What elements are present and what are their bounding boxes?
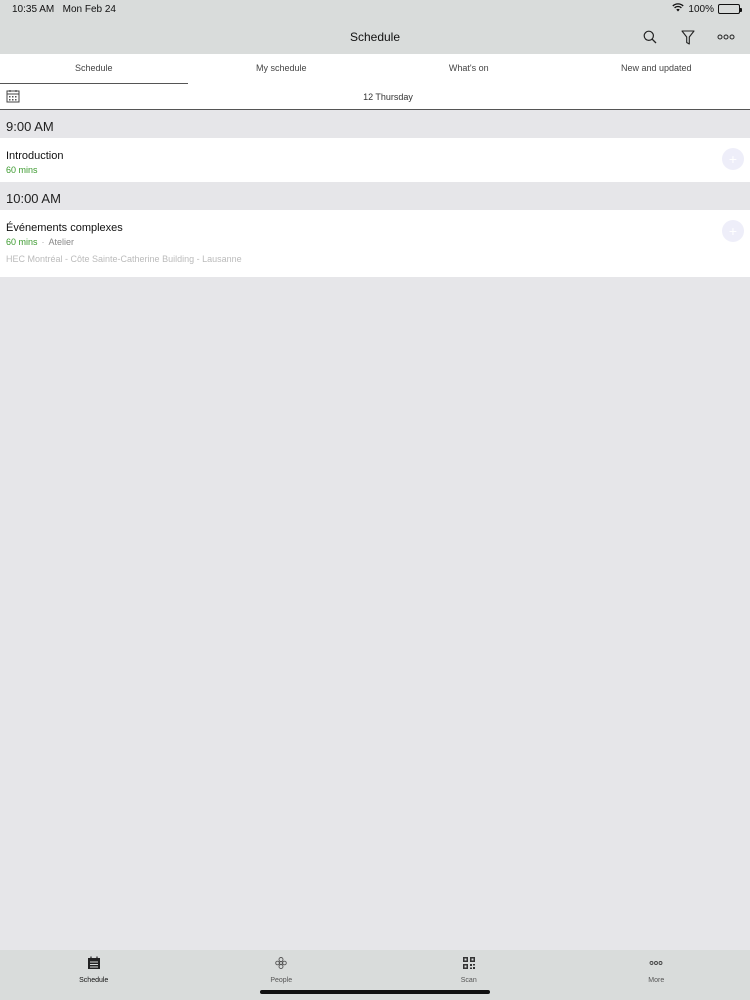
- bottom-tab-label: More: [648, 977, 665, 984]
- session-duration: 60 mins: [6, 237, 38, 247]
- tab-schedule[interactable]: Schedule: [0, 54, 188, 84]
- session-duration: 60 mins: [6, 165, 38, 175]
- page-title: Schedule: [349, 30, 401, 44]
- bottom-tab-label: Scan: [460, 977, 477, 984]
- home-indicator[interactable]: [260, 990, 490, 994]
- battery-percent: 100%: [688, 3, 714, 15]
- tab-whats-on[interactable]: What's on: [375, 54, 563, 84]
- battery-icon: [718, 4, 742, 14]
- more-icon[interactable]: [716, 27, 736, 47]
- qr-code-icon: [462, 956, 476, 975]
- tab-my-schedule[interactable]: My schedule: [188, 54, 376, 84]
- more-icon: [649, 956, 663, 975]
- time-header: 10:00 AM: [0, 184, 750, 211]
- wifi-icon: [672, 3, 685, 15]
- date-label[interactable]: 12 Thursday: [0, 92, 750, 102]
- schedule-icon: [87, 956, 101, 975]
- bottom-tab-label: People: [270, 977, 293, 984]
- people-icon: [274, 956, 288, 975]
- bottom-tab-more[interactable]: More: [563, 950, 750, 1000]
- status-time: 10:35 AM Mon Feb 24: [12, 4, 116, 15]
- session-type: Atelier: [48, 237, 75, 247]
- navigation-bar: Schedule: [0, 18, 750, 54]
- session-location: HEC Montréal - Côte Sainte-Catherine Bui…: [6, 254, 242, 264]
- session-title: Introduction: [6, 150, 64, 162]
- search-icon[interactable]: [640, 27, 660, 47]
- bottom-tab-schedule[interactable]: Schedule: [0, 950, 188, 1000]
- tab-new-and-updated[interactable]: New and updated: [563, 54, 750, 84]
- time-header: 9:00 AM: [0, 112, 750, 139]
- date-bar: 12 Thursday: [0, 84, 750, 110]
- add-to-schedule-button[interactable]: +: [722, 148, 744, 170]
- filter-icon[interactable]: [678, 27, 698, 47]
- session-item[interactable]: Événements complexes 60 mins · Atelier HEC…: [0, 210, 750, 277]
- schedule-tabs: Schedule My schedule What's on New and u…: [0, 54, 750, 84]
- session-item[interactable]: Introduction 60 mins +: [0, 138, 750, 182]
- add-to-schedule-button[interactable]: +: [722, 220, 744, 242]
- session-title: Événements complexes: [6, 222, 123, 234]
- status-bar: 10:35 AM Mon Feb 24 100%: [0, 0, 750, 18]
- bottom-tab-label: Schedule: [79, 977, 109, 984]
